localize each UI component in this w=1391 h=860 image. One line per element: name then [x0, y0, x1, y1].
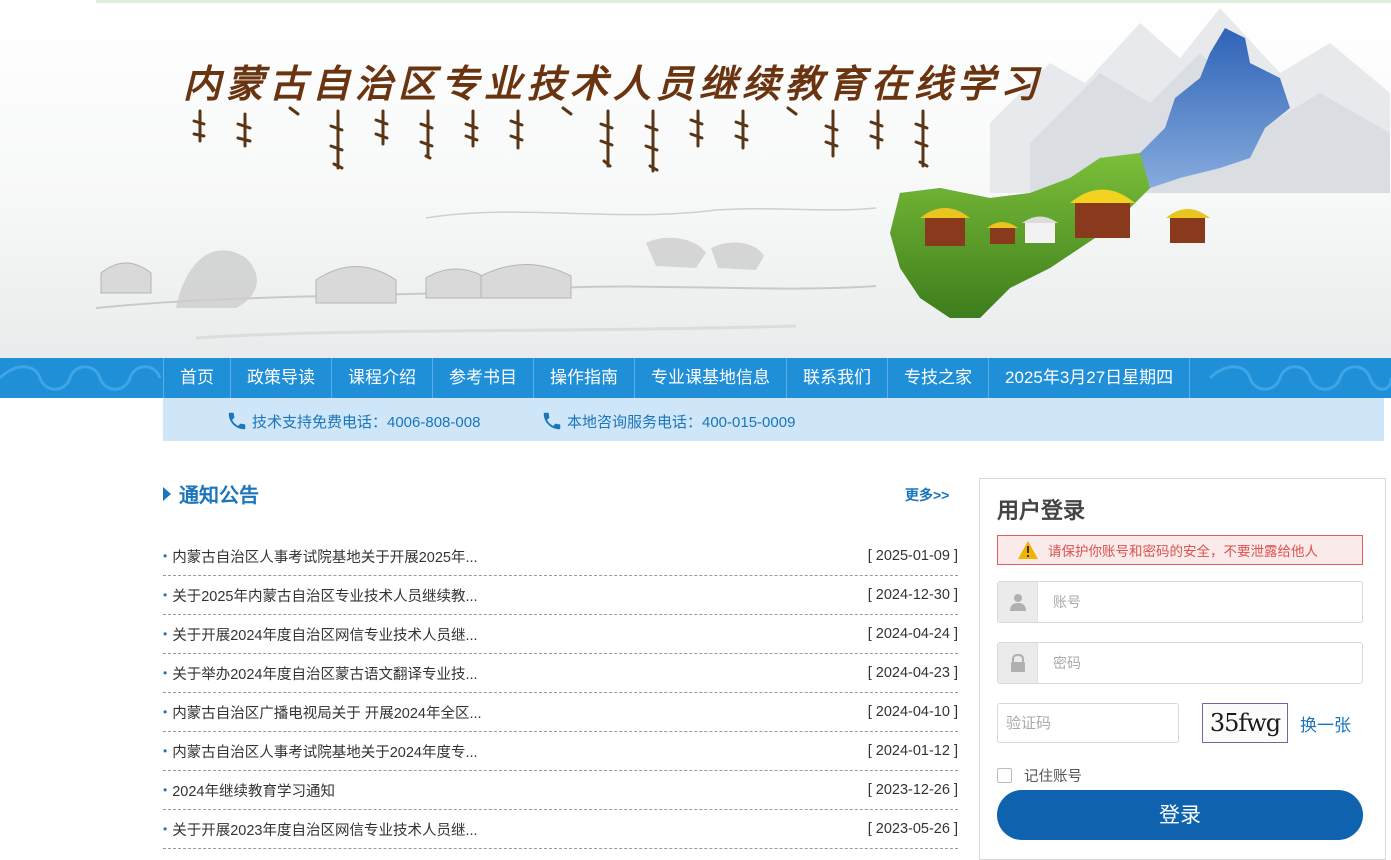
notice-link[interactable]: • 内蒙古自治区人事考试院基地关于2024年度专... — [163, 741, 478, 762]
grassland-sketch — [96, 207, 876, 340]
nav-contact[interactable]: 联系我们 — [787, 358, 888, 398]
nav-guide[interactable]: 操作指南 — [534, 358, 635, 398]
notice-text[interactable]: 关于开展2023年度自治区网信专业技术人员继... — [172, 819, 477, 840]
remember-account[interactable]: 记住账号 — [997, 765, 1082, 786]
notice-text[interactable]: 关于举办2024年度自治区蒙古语文翻译专业技... — [172, 663, 477, 684]
notice-text[interactable]: 关于开展2024年度自治区网信专业技术人员继... — [172, 624, 477, 645]
inner-mongolia-map — [890, 28, 1290, 318]
notice-text[interactable]: 内蒙古自治区人事考试院基地关于2024年度专... — [172, 741, 477, 762]
warning-icon — [1018, 541, 1038, 559]
account-field — [997, 581, 1363, 623]
refresh-captcha-link[interactable]: 换一张 — [1300, 711, 1351, 736]
nav-home[interactable]: 首页 — [163, 358, 231, 398]
notice-date: [ 2024-04-23 ] — [867, 665, 958, 681]
password-input[interactable] — [1038, 644, 1362, 682]
notice-link[interactable]: • 2024年继续教育学习通知 — [163, 780, 335, 801]
phone-icon — [543, 412, 561, 430]
notice-link[interactable]: • 关于举办2024年度自治区蒙古语文翻译专业技... — [163, 663, 478, 684]
bullet-icon: • — [163, 744, 168, 758]
mongolian-script-logo — [192, 106, 929, 173]
notice-link[interactable]: • 内蒙古自治区人事考试院基地关于开展2025年... — [163, 546, 478, 567]
remember-label: 记住账号 — [1024, 769, 1082, 785]
password-field — [997, 642, 1363, 684]
triangle-icon — [163, 486, 171, 501]
bullet-icon: • — [163, 666, 168, 680]
notice-date: [ 2024-12-30 ] — [867, 587, 958, 603]
notice-text[interactable]: 内蒙古自治区广播电视局关于 开展2024年全区... — [172, 702, 481, 723]
notice-text[interactable]: 内蒙古自治区人事考试院基地关于开展2025年... — [172, 546, 477, 567]
security-warning: 请保护你账号和密码的安全，不要泄露给他人 — [997, 535, 1363, 565]
list-item: • 2024年继续教育学习通知 [ 2023-12-26 ] — [163, 771, 958, 810]
current-date: 2025年3月27日星期四 — [989, 358, 1191, 398]
notice-date: [ 2024-01-12 ] — [867, 743, 958, 759]
phone-icon — [228, 412, 246, 430]
notices-heading: 通知公告 — [163, 479, 259, 508]
list-item: • 关于开展2024年度自治区网信专业技术人员继... [ 2024-04-24 … — [163, 615, 958, 654]
account-input[interactable] — [1038, 583, 1362, 621]
warning-text: 请保护你账号和密码的安全，不要泄露给他人 — [1048, 544, 1318, 559]
user-icon — [998, 582, 1038, 622]
bullet-icon: • — [163, 588, 168, 602]
notice-text[interactable]: 2024年继续教育学习通知 — [172, 780, 335, 801]
notice-date: [ 2023-12-26 ] — [867, 782, 958, 798]
notice-date: [ 2024-04-10 ] — [867, 704, 958, 720]
notices-title: 通知公告 — [179, 485, 259, 507]
bullet-icon: • — [163, 822, 168, 836]
bullet-icon: • — [163, 705, 168, 719]
login-panel: 用户登录 请保护你账号和密码的安全，不要泄露给他人 35fwg 换一张 记住账号… — [979, 478, 1386, 860]
main-nav: 首页 政策导读 课程介绍 参考书目 操作指南 专业课基地信息 联系我们 专技之家… — [0, 358, 1391, 398]
notice-link[interactable]: • 关于开展2024年度自治区网信专业技术人员继... — [163, 624, 478, 645]
login-title: 用户登录 — [997, 498, 1086, 523]
notice-date: [ 2024-04-24 ] — [867, 626, 958, 642]
bullet-icon: • — [163, 627, 168, 641]
nav-policy[interactable]: 政策导读 — [231, 358, 332, 398]
hotline-bar: 技术支持免费电话：4006-808-008 本地咨询服务电话：400-015-0… — [163, 398, 1384, 441]
nav-base-info[interactable]: 专业课基地信息 — [635, 358, 787, 398]
tech-support-phone: 技术支持免费电话：4006-808-008 — [226, 410, 480, 432]
list-item: • 关于开展2023年度自治区网信专业技术人员继... [ 2023-05-26 … — [163, 810, 958, 849]
notice-list: • 内蒙古自治区人事考试院基地关于开展2025年... [ 2025-01-09 … — [163, 537, 958, 849]
captcha-input[interactable] — [997, 703, 1179, 743]
lock-icon — [998, 643, 1038, 683]
notice-date: [ 2025-01-09 ] — [867, 548, 958, 564]
notice-date: [ 2023-05-26 ] — [867, 821, 958, 837]
list-item: • 内蒙古自治区人事考试院基地关于开展2025年... [ 2025-01-09 … — [163, 537, 958, 576]
bullet-icon: • — [163, 549, 168, 563]
notice-text[interactable]: 关于2025年内蒙古自治区专业技术人员继续教... — [172, 585, 477, 606]
captcha-image[interactable]: 35fwg — [1202, 703, 1288, 743]
notice-link[interactable]: • 关于开展2023年度自治区网信专业技术人员继... — [163, 819, 478, 840]
list-item: • 内蒙古自治区广播电视局关于 开展2024年全区... [ 2024-04-10… — [163, 693, 958, 732]
notice-link[interactable]: • 内蒙古自治区广播电视局关于 开展2024年全区... — [163, 702, 482, 723]
list-item: • 内蒙古自治区人事考试院基地关于2024年度专... [ 2024-01-12 … — [163, 732, 958, 771]
tech-support-text: 技术支持免费电话：4006-808-008 — [252, 413, 481, 431]
list-item: • 关于2025年内蒙古自治区专业技术人员继续教... [ 2024-12-30 … — [163, 576, 958, 615]
nav-references[interactable]: 参考书目 — [433, 358, 534, 398]
list-item: • 关于举办2024年度自治区蒙古语文翻译专业技... [ 2024-04-23 … — [163, 654, 958, 693]
login-button[interactable]: 登录 — [997, 790, 1363, 840]
bullet-icon: • — [163, 783, 168, 797]
remember-checkbox[interactable] — [997, 768, 1012, 783]
notice-link[interactable]: • 关于2025年内蒙古自治区专业技术人员继续教... — [163, 585, 478, 606]
header-banner: 内蒙古自治区专业技术人员继续教育在线学习 — [0, 3, 1391, 358]
local-service-text: 本地咨询服务电话：400-015-0009 — [567, 413, 796, 431]
nav-home-of-professionals[interactable]: 专技之家 — [888, 358, 989, 398]
nav-courses[interactable]: 课程介绍 — [332, 358, 433, 398]
local-service-phone: 本地咨询服务电话：400-015-0009 — [541, 410, 795, 432]
more-notices-link[interactable]: 更多>> — [905, 485, 949, 505]
